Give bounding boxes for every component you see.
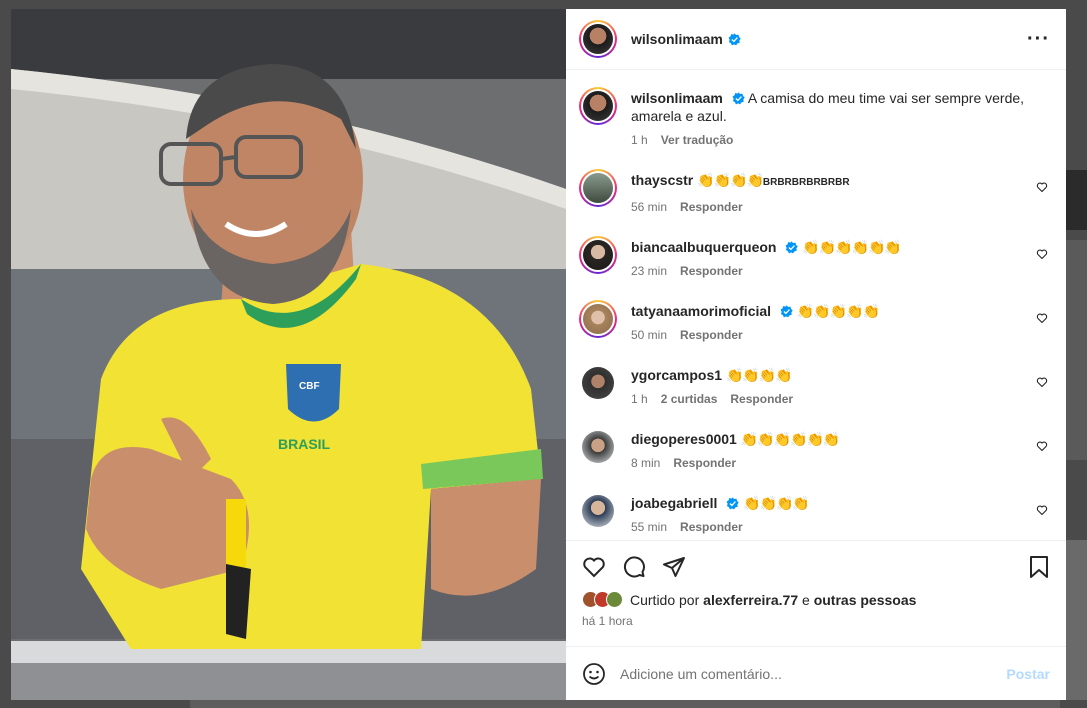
commenter-avatar[interactable]	[579, 428, 617, 466]
comment-text: 👏👏👏👏👏👏	[802, 239, 902, 255]
like-comment-heart-icon[interactable]	[1036, 181, 1048, 193]
liked-by-others[interactable]: outras pessoas	[814, 592, 917, 608]
commenter-avatar[interactable]	[579, 364, 617, 402]
background-thumbnail	[1065, 170, 1087, 230]
comment-username[interactable]: thayscstr	[631, 172, 693, 188]
comment-text: 👏👏👏👏👏	[796, 303, 880, 319]
comment-text: 👏👏👏👏	[725, 367, 793, 383]
liked-by-user[interactable]: alexferreira.77	[703, 592, 798, 608]
reply-button[interactable]: Responder	[680, 200, 743, 214]
comment-item: diegoperes0001 👏👏👏👏👏👏 8 min Responder	[579, 428, 1050, 470]
translate-link[interactable]: Ver tradução	[661, 133, 734, 147]
commenter-avatar[interactable]	[579, 300, 617, 338]
liked-avatars[interactable]	[582, 591, 623, 608]
author-avatar[interactable]	[579, 20, 617, 58]
comment-text: 👏👏👏👏👏👏	[740, 431, 841, 447]
comment-time[interactable]: 55 min	[631, 520, 667, 534]
reply-button[interactable]: Responder	[680, 520, 743, 534]
verified-badge-icon	[780, 305, 793, 318]
verified-badge-icon	[732, 92, 745, 105]
background-thumbnail	[1065, 240, 1087, 460]
save-bookmark-icon[interactable]	[1028, 555, 1050, 579]
caption-username[interactable]: wilsonlimaam	[631, 90, 723, 106]
verified-badge-icon	[786, 241, 799, 254]
comment-username[interactable]: ygorcampos1	[631, 367, 722, 383]
like-heart-icon[interactable]	[582, 555, 606, 579]
comment-likes-count[interactable]: 2 curtidas	[661, 392, 718, 406]
comment-time[interactable]: 56 min	[631, 200, 667, 214]
like-comment-heart-icon[interactable]	[1036, 440, 1048, 452]
shirt-badge-text: CBF	[299, 381, 320, 392]
liked-by-connector: e	[802, 591, 810, 608]
comment-item: joabegabriell 👏👏👏👏 55 min Responder	[579, 492, 1050, 534]
reply-button[interactable]: Responder	[680, 328, 743, 342]
comment-item: biancaalbuquerqueon 👏👏👏👏👏👏 23 min Respon…	[579, 236, 1050, 278]
liked-by-prefix: Curtido por	[630, 591, 700, 608]
comment-icon[interactable]	[622, 555, 646, 579]
like-comment-heart-icon[interactable]	[1036, 376, 1048, 388]
comments-panel: wilsonlimaam ··· wilsonlimaam A camisa d…	[566, 9, 1066, 700]
caption-time[interactable]: 1 h	[631, 133, 648, 147]
author-avatar[interactable]	[579, 87, 617, 125]
reply-button[interactable]: Responder	[673, 456, 736, 470]
add-comment-bar: Postar	[566, 646, 1066, 700]
comment-text-extra: BRBRBRBRBRBR	[762, 177, 850, 188]
verified-badge-icon	[726, 497, 739, 510]
comment-username[interactable]: joabegabriell	[631, 495, 717, 511]
comment-item: tatyanaamorimoficial 👏👏👏👏👏 50 min Respon…	[579, 300, 1050, 342]
comment-text: 👏👏👏👏	[743, 495, 810, 511]
commenter-avatar[interactable]	[579, 236, 617, 274]
more-options-icon[interactable]: ···	[1027, 28, 1050, 51]
comment-time[interactable]: 50 min	[631, 328, 667, 342]
comment-item: ygorcampos1 👏👏👏👏 1 h 2 curtidas Responde…	[579, 364, 1050, 406]
comment-time[interactable]: 23 min	[631, 264, 667, 278]
comment-item: thayscstr 👏👏👏👏BRBRBRBRBRBR 56 min Respon…	[579, 169, 1050, 214]
post-actions: Curtido por alexferreira.77 e outras pes…	[566, 540, 1066, 646]
like-comment-heart-icon[interactable]	[1036, 248, 1048, 260]
comment-username[interactable]: diegoperes0001	[631, 431, 737, 447]
commenter-avatar[interactable]	[579, 169, 617, 207]
reply-button[interactable]: Responder	[730, 392, 793, 406]
like-comment-heart-icon[interactable]	[1036, 312, 1048, 324]
comment-username[interactable]: biancaalbuquerqueon	[631, 239, 776, 255]
post-header: wilsonlimaam ···	[566, 9, 1066, 70]
post-image: CBF BRASIL	[11, 9, 566, 700]
post-timestamp[interactable]: há 1 hora	[582, 614, 1050, 628]
reply-button[interactable]: Responder	[680, 264, 743, 278]
post-modal: CBF BRASIL wilsonlimaam ··· wilsonlimaam…	[11, 9, 1066, 700]
post-photo[interactable]: CBF BRASIL	[11, 9, 566, 700]
post-caption: wilsonlimaam A camisa do meu time vai se…	[579, 87, 1050, 147]
comment-username[interactable]: tatyanaamorimoficial	[631, 303, 771, 319]
comment-text: 👏👏👏👏	[697, 172, 764, 188]
share-icon[interactable]	[662, 555, 686, 579]
shirt-brand-text: BRASIL	[278, 436, 331, 452]
verified-badge-icon	[728, 32, 741, 45]
comment-time[interactable]: 1 h	[631, 392, 648, 406]
comments-list[interactable]: wilsonlimaam A camisa do meu time vai se…	[566, 70, 1066, 540]
emoji-icon[interactable]	[582, 662, 606, 686]
comment-input[interactable]	[620, 665, 1007, 682]
post-comment-button[interactable]: Postar	[1006, 666, 1050, 682]
like-comment-heart-icon[interactable]	[1036, 504, 1048, 516]
background-thumbnail	[1065, 540, 1087, 700]
comment-time[interactable]: 8 min	[631, 456, 660, 470]
author-username[interactable]: wilsonlimaam	[631, 31, 723, 47]
liked-by: Curtido por alexferreira.77 e outras pes…	[582, 591, 1050, 608]
commenter-avatar[interactable]	[579, 492, 617, 530]
background-thumbnail	[190, 700, 1060, 708]
